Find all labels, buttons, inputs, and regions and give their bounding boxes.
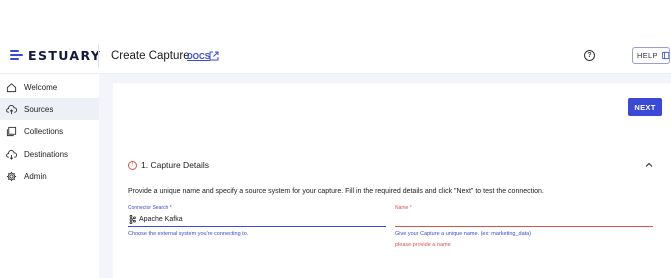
section-title: 1. Capture Details	[141, 160, 210, 170]
error-icon: !	[128, 160, 137, 170]
top-bar: ESTUARY Create Capture DOCS ? HELP	[0, 38, 671, 74]
cloud-download-icon	[6, 149, 17, 160]
connector-search-input[interactable]: Apache Kafka	[128, 215, 183, 224]
name-field-error: please provide a name	[395, 242, 451, 248]
estuary-logo-icon	[10, 49, 24, 61]
next-button[interactable]: NEXT	[628, 98, 662, 116]
sidebar-item-admin[interactable]: Admin	[0, 165, 99, 187]
page-title: Create Capture	[111, 50, 190, 62]
name-field-underline	[395, 226, 653, 227]
docs-link[interactable]: DOCS	[187, 52, 210, 61]
panel-icon	[661, 51, 669, 60]
help-circle-icon[interactable]: ?	[584, 50, 595, 61]
connector-search-helper: Choose the external system you're connec…	[128, 231, 249, 237]
name-field[interactable]	[395, 211, 653, 226]
sidebar-item-sources[interactable]: Sources	[0, 98, 99, 120]
collections-icon	[6, 126, 17, 136]
home-icon	[6, 82, 17, 92]
sidebar-item-label: Collections	[24, 126, 64, 136]
sidebar-item-label: Welcome	[24, 82, 58, 92]
connector-search-underline	[128, 226, 386, 227]
chevron-up-icon[interactable]	[644, 160, 654, 170]
header-divider	[98, 44, 99, 68]
content-card	[113, 83, 671, 278]
help-button-label: HELP	[637, 51, 658, 60]
sidebar-item-destinations[interactable]: Destinations	[0, 143, 99, 165]
gear-icon	[6, 171, 17, 181]
sidebar: Welcome Sources Collections Destinations…	[0, 74, 99, 278]
kafka-icon	[129, 215, 136, 224]
sidebar-item-label: Admin	[24, 171, 47, 181]
cloud-upload-icon	[6, 104, 17, 114]
sidebar-item-label: Destinations	[24, 149, 69, 159]
help-button[interactable]: HELP	[632, 47, 670, 64]
external-link-icon[interactable]	[209, 51, 219, 61]
logo-text: ESTUARY	[28, 47, 102, 63]
capture-details-header[interactable]: ! 1. Capture Details	[128, 160, 209, 170]
name-field-helper: Give your Capture a unique name. (ex: ma…	[395, 231, 532, 237]
connector-search-value: Apache Kafka	[139, 216, 183, 223]
connector-search-label: Connector Search *	[128, 205, 172, 211]
sidebar-item-label: Sources	[24, 104, 54, 114]
sidebar-item-collections[interactable]: Collections	[0, 120, 99, 142]
intro-text: Provide a unique name and specify a sour…	[128, 188, 544, 195]
estuary-logo[interactable]: ESTUARY	[10, 47, 102, 63]
sidebar-item-welcome[interactable]: Welcome	[0, 76, 99, 98]
